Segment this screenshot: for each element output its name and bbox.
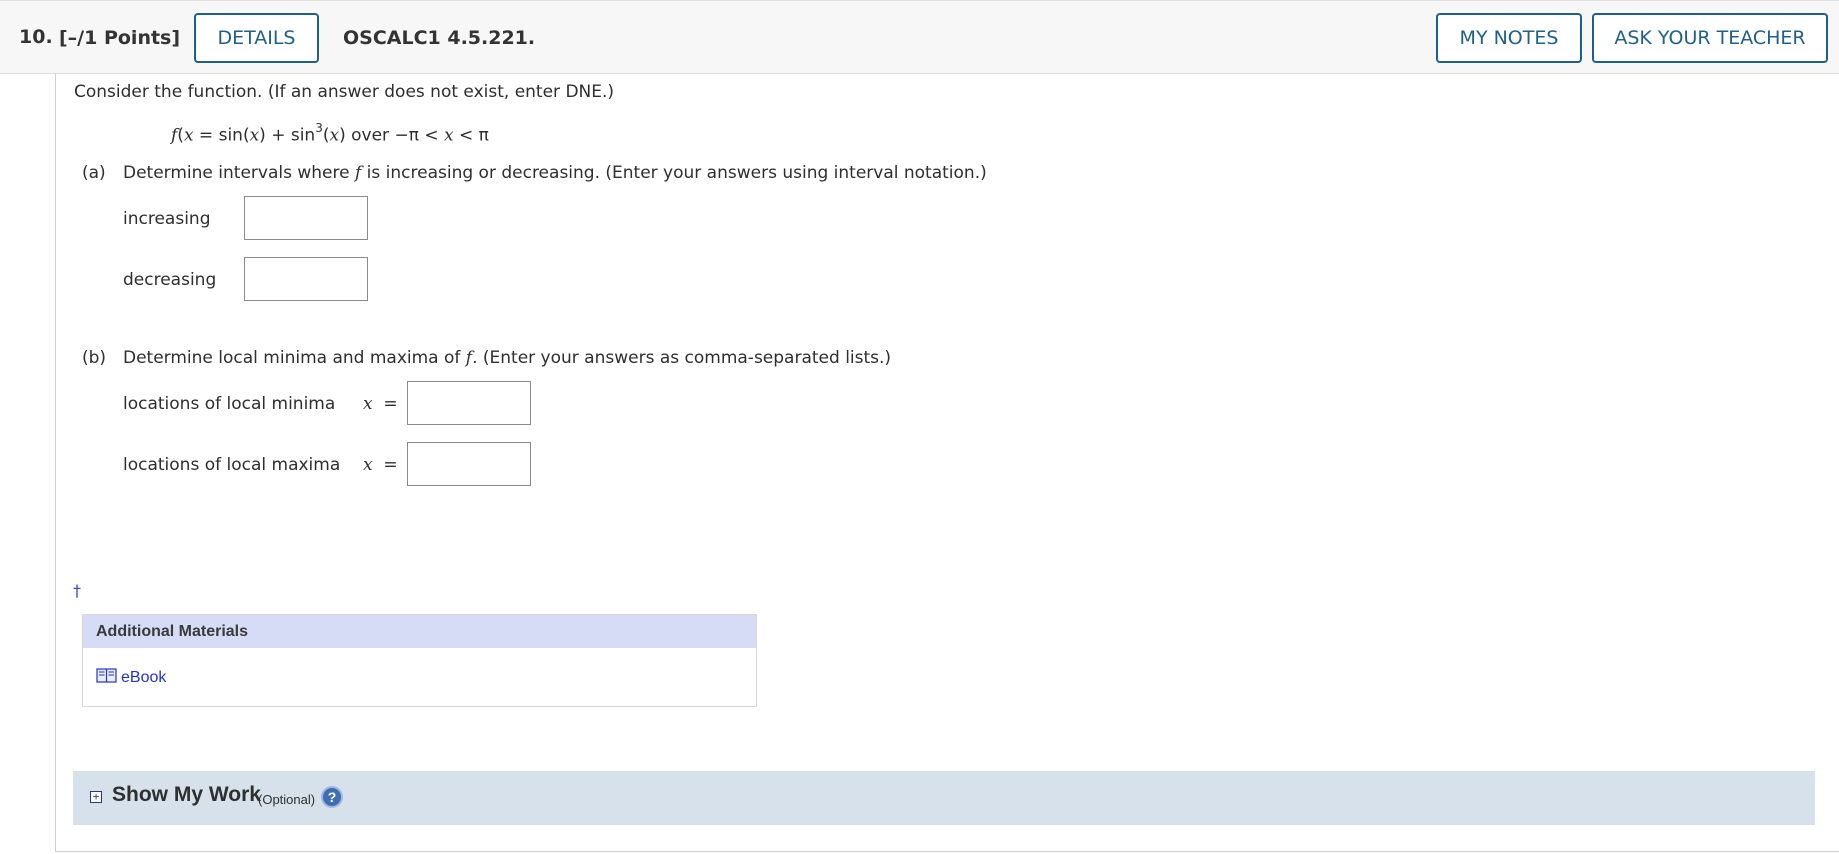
additional-materials-title: Additional Materials <box>83 615 756 648</box>
function-x1: x <box>183 125 194 146</box>
function-x3: x <box>329 125 340 146</box>
show-my-work-bar[interactable]: + Show My Work (Optional) ? <box>73 771 1815 825</box>
function-x4: x <box>443 125 454 146</box>
function-domain: ) over −π < <box>339 125 444 146</box>
local-minima-label: locations of local minima <box>123 394 336 414</box>
decreasing-input[interactable] <box>244 257 368 301</box>
details-button[interactable]: DETAILS <box>194 13 319 63</box>
book-icon <box>96 667 117 688</box>
question-number: 10. <box>19 26 53 48</box>
function-mid: ) + sin <box>259 125 316 146</box>
ebook-label[interactable]: eBook <box>121 669 166 687</box>
function-eq: = sin( <box>193 125 250 146</box>
plus-box-icon[interactable]: + <box>90 791 102 803</box>
function-x2: x <box>249 125 260 146</box>
maxima-x-equals: x = <box>363 455 398 475</box>
part-b-instruction-pre: Determine local minima and maxima of <box>123 348 466 368</box>
function-paren: ( <box>177 125 184 146</box>
minima-x-equals: x = <box>363 394 398 414</box>
part-b-instruction-post: . (Enter your answers as comma-separated… <box>472 348 892 368</box>
function-domain-end: < π <box>453 125 489 146</box>
additional-materials-panel: Additional Materials eBook <box>82 614 757 707</box>
function-exponent: 3 <box>315 121 323 135</box>
function-paren-open: ( <box>322 125 330 146</box>
local-maxima-input[interactable] <box>407 442 531 486</box>
decreasing-label: decreasing <box>123 270 217 290</box>
problem-intro: Consider the function. (If an answer doe… <box>74 82 615 102</box>
ebook-link[interactable]: eBook <box>96 667 166 688</box>
function-definition: f(x = sin(x) + sin3(x) over −π < x < π <box>171 121 489 146</box>
points-label: [–/1 Points] <box>59 27 181 49</box>
maxima-equals: = <box>383 455 398 475</box>
show-my-work-title[interactable]: Show My Work <box>112 783 261 807</box>
problem-code: OSCALC1 4.5.221. <box>343 27 536 49</box>
part-a-instruction: Determine intervals where f is increasin… <box>123 163 987 183</box>
minima-x-var: x <box>363 394 373 414</box>
increasing-label: increasing <box>123 209 211 229</box>
increasing-input[interactable] <box>244 196 368 240</box>
part-b-label: (b) <box>82 348 107 368</box>
maxima-x-var: x <box>363 455 373 475</box>
part-a-instruction-post: is increasing or decreasing. (Enter your… <box>361 163 987 183</box>
question-circle-icon[interactable]: ? <box>321 786 343 808</box>
dagger-mark: † <box>73 581 81 600</box>
minima-equals: = <box>383 394 398 414</box>
part-b-instruction: Determine local minima and maxima of f. … <box>123 348 891 368</box>
my-notes-button[interactable]: MY NOTES <box>1436 13 1582 63</box>
local-maxima-label: locations of local maxima <box>123 455 341 475</box>
part-a-label: (a) <box>82 163 106 183</box>
question-header: 10. [–/1 Points] DETAILS OSCALC1 4.5.221… <box>0 0 1839 74</box>
ask-teacher-button[interactable]: ASK YOUR TEACHER <box>1592 13 1828 63</box>
show-my-work-optional: (Optional) <box>258 792 316 807</box>
local-minima-input[interactable] <box>407 381 531 425</box>
part-a-instruction-pre: Determine intervals where <box>123 163 355 183</box>
